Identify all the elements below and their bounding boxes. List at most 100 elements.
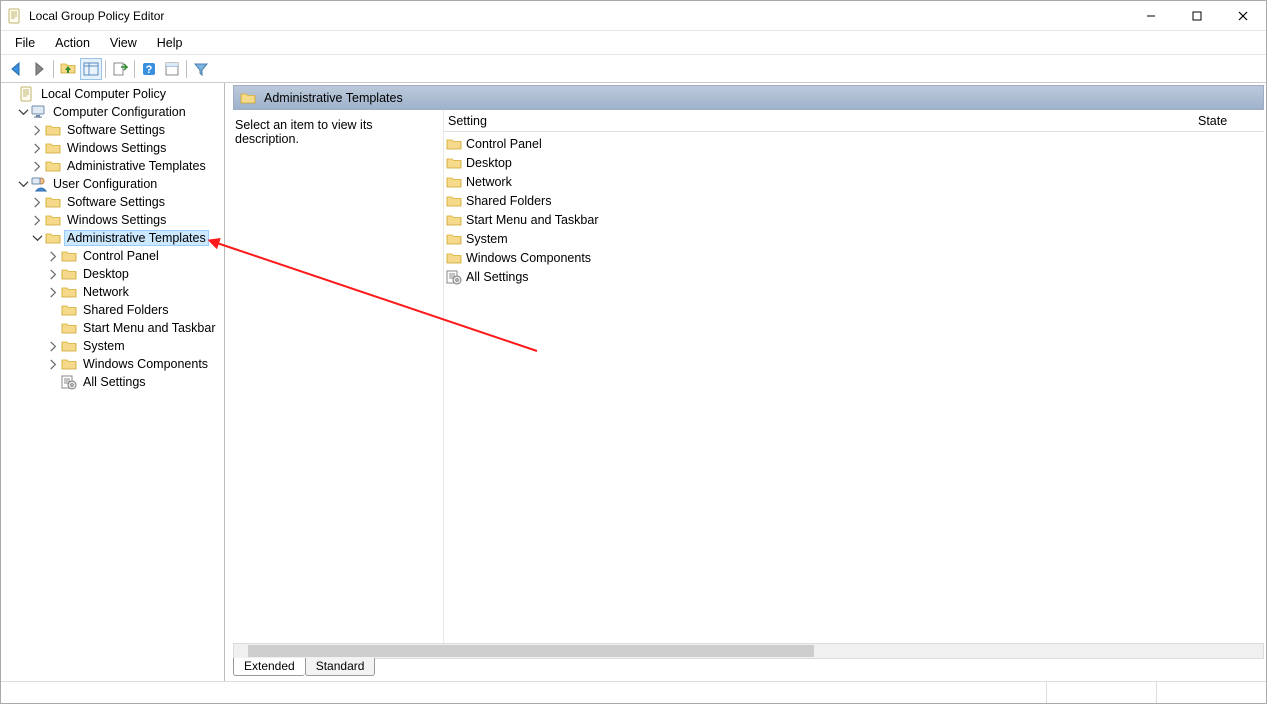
tree-uc-admin-control-panel[interactable]: Control Panel [1, 247, 224, 265]
list-item-label: Desktop [466, 156, 512, 170]
tree-label: Shared Folders [81, 303, 170, 317]
policy-icon [19, 86, 35, 102]
close-button[interactable] [1220, 1, 1266, 31]
titlebar: Local Group Policy Editor [1, 1, 1266, 31]
tree-user-configuration[interactable]: User Configuration [1, 175, 224, 193]
expand-icon[interactable] [47, 358, 59, 370]
folder-icon [446, 137, 462, 151]
menubar: File Action View Help [1, 31, 1266, 55]
app-window: Local Group Policy Editor File Action Vi… [0, 0, 1267, 704]
tree-uc-admin-desktop[interactable]: Desktop [1, 265, 224, 283]
tree-cc-windows-settings[interactable]: Windows Settings [1, 139, 224, 157]
expand-icon[interactable] [31, 214, 43, 226]
folder-icon [61, 339, 77, 353]
tree-label: Software Settings [65, 123, 167, 137]
collapse-icon[interactable] [17, 106, 29, 118]
tab-extended[interactable]: Extended [233, 658, 305, 676]
tree-uc-admin-all-settings[interactable]: All Settings [1, 373, 224, 391]
tree-uc-administrative-templates[interactable]: Administrative Templates [1, 229, 224, 247]
column-setting[interactable]: Setting [444, 114, 1194, 128]
expand-icon[interactable] [31, 124, 43, 136]
list-item-label: All Settings [466, 270, 529, 284]
minimize-button[interactable] [1128, 1, 1174, 31]
expand-icon[interactable] [31, 160, 43, 172]
menu-help[interactable]: Help [147, 33, 193, 53]
list-item-network[interactable]: Network [444, 172, 1264, 191]
expand-icon[interactable] [47, 250, 59, 262]
statusbar-cell [1156, 682, 1266, 703]
window-title: Local Group Policy Editor [29, 9, 1128, 23]
tree-label: Windows Settings [65, 141, 168, 155]
expand-icon[interactable] [47, 286, 59, 298]
list-item-control-panel[interactable]: Control Panel [444, 134, 1264, 153]
statusbar-spacer [1, 682, 1046, 703]
list-item-start-menu[interactable]: Start Menu and Taskbar [444, 210, 1264, 229]
tree-label: Administrative Templates [65, 159, 208, 173]
tree-label: Administrative Templates [65, 231, 208, 245]
up-button[interactable] [57, 58, 79, 80]
list-rows: Control Panel Desktop Network Share [444, 132, 1264, 643]
tree-label: Windows Components [81, 357, 210, 371]
list-item-label: Start Menu and Taskbar [466, 213, 598, 227]
computer-icon [31, 104, 47, 120]
tree-root[interactable]: Local Computer Policy [1, 85, 224, 103]
menu-action[interactable]: Action [45, 33, 100, 53]
list-item-label: Network [466, 175, 512, 189]
tree-computer-configuration[interactable]: Computer Configuration [1, 103, 224, 121]
folder-icon [45, 213, 61, 227]
tree-cc-software-settings[interactable]: Software Settings [1, 121, 224, 139]
horizontal-scrollbar[interactable] [233, 643, 1264, 659]
folder-icon [446, 194, 462, 208]
settings-list: Setting State Control Panel Desktop [443, 110, 1264, 643]
toolbar-separator [105, 60, 106, 78]
collapse-icon[interactable] [17, 178, 29, 190]
tree-uc-admin-network[interactable]: Network [1, 283, 224, 301]
list-item-label: Windows Components [466, 251, 591, 265]
tab-standard[interactable]: Standard [305, 658, 376, 676]
filter-button[interactable] [190, 58, 212, 80]
forward-button[interactable] [28, 58, 50, 80]
expand-icon[interactable] [31, 196, 43, 208]
back-button[interactable] [5, 58, 27, 80]
tree-uc-admin-start-menu[interactable]: Start Menu and Taskbar [1, 319, 224, 337]
tree-uc-windows-settings[interactable]: Windows Settings [1, 211, 224, 229]
view-tabs: Extended Standard [233, 659, 1266, 681]
tree-label: Local Computer Policy [39, 87, 168, 101]
list-item-all-settings[interactable]: All Settings [444, 267, 1264, 286]
menu-view[interactable]: View [100, 33, 147, 53]
tree-label: System [81, 339, 127, 353]
folder-icon [446, 213, 462, 227]
show-hide-tree-button[interactable] [80, 58, 102, 80]
tree-cc-administrative-templates[interactable]: Administrative Templates [1, 157, 224, 175]
export-button[interactable] [109, 58, 131, 80]
folder-icon [45, 159, 61, 173]
tree-uc-admin-system[interactable]: System [1, 337, 224, 355]
tree-uc-software-settings[interactable]: Software Settings [1, 193, 224, 211]
folder-icon [61, 267, 77, 281]
tree-uc-admin-shared-folders[interactable]: Shared Folders [1, 301, 224, 319]
folder-icon [45, 123, 61, 137]
navigation-tree[interactable]: Local Computer Policy Computer Configura… [1, 83, 225, 681]
collapse-icon[interactable] [31, 232, 43, 244]
column-state[interactable]: State [1194, 114, 1264, 128]
folder-icon [446, 232, 462, 246]
tree-label: All Settings [81, 375, 148, 389]
list-item-desktop[interactable]: Desktop [444, 153, 1264, 172]
properties-button[interactable] [161, 58, 183, 80]
tree-uc-admin-windows-components[interactable]: Windows Components [1, 355, 224, 373]
list-item-system[interactable]: System [444, 229, 1264, 248]
expand-icon[interactable] [31, 142, 43, 154]
folder-icon [61, 249, 77, 263]
content-header: Administrative Templates [233, 85, 1264, 110]
list-item-label: System [466, 232, 508, 246]
list-item-shared-folders[interactable]: Shared Folders [444, 191, 1264, 210]
scrollbar-thumb[interactable] [248, 645, 814, 657]
help-button[interactable]: ? [138, 58, 160, 80]
list-item-windows-components[interactable]: Windows Components [444, 248, 1264, 267]
folder-icon [61, 357, 77, 371]
expand-icon[interactable] [47, 268, 59, 280]
menu-file[interactable]: File [5, 33, 45, 53]
expand-icon[interactable] [47, 340, 59, 352]
maximize-button[interactable] [1174, 1, 1220, 31]
tree-label: Software Settings [65, 195, 167, 209]
